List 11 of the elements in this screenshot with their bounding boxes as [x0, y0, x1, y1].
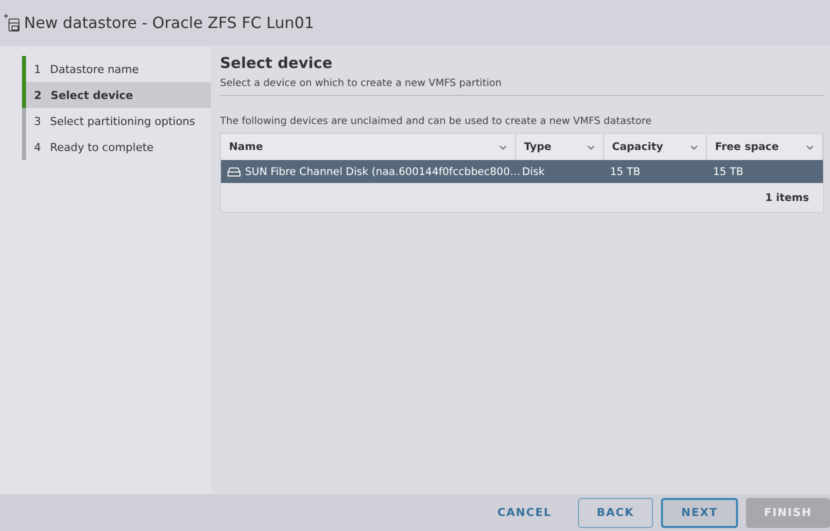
intro-text: The following devices are unclaimed and can be used to create a new VMFS datastore: [220, 116, 652, 127]
page-subtitle: Select a device on which to create a new VMFS partition: [220, 78, 824, 96]
page-heading: Select device: [220, 54, 334, 72]
table-cell: SUN Fibre Channel Disk (naa.600144f0fccbbec800…: [245, 166, 520, 178]
item-count: 1 items: [765, 192, 809, 204]
table-cell: 15 TB: [713, 166, 744, 178]
table-cell: 15 TB: [610, 166, 640, 178]
window-title: New datastore - Oracle ZFS FC Lun01: [24, 14, 314, 32]
table-row[interactable]: SUN Fibre Channel Disk (naa.600144f0fccbbec800…Disk 15 TB 15 TB: [221, 160, 823, 183]
wizard-step[interactable]: 2 Select device: [22, 82, 211, 108]
table-cell: Disk: [522, 166, 545, 178]
